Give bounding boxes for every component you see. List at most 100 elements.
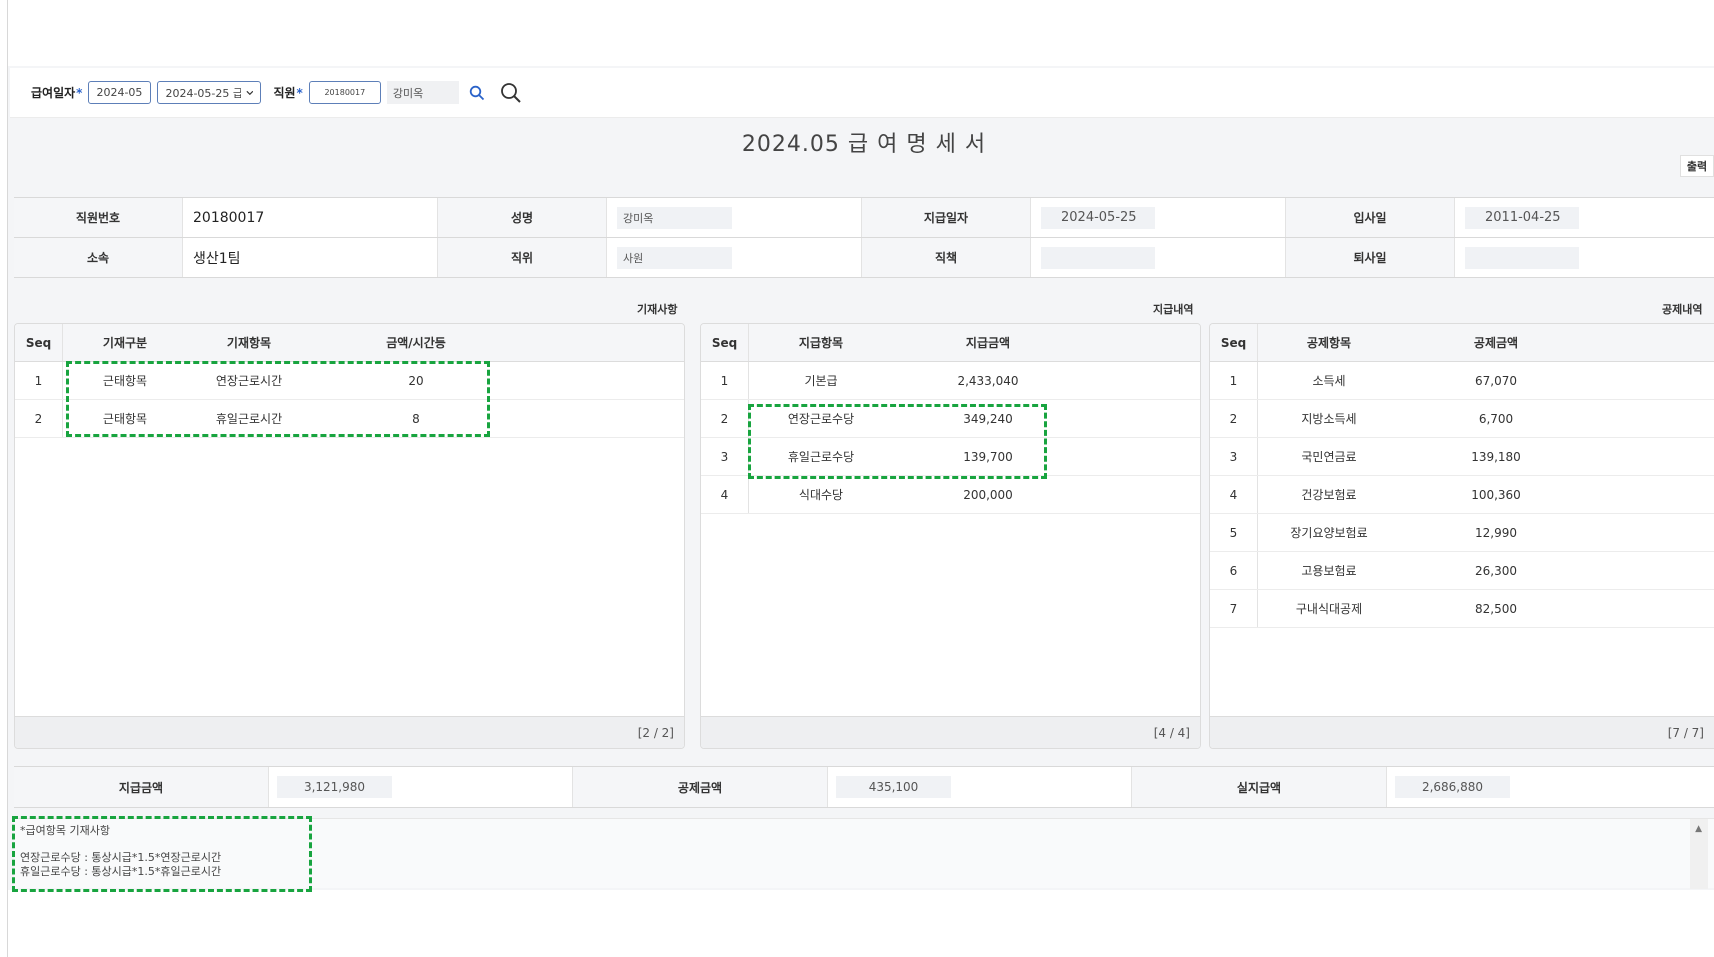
name-value: 강미옥	[617, 206, 732, 229]
col-seq: Seq	[1210, 324, 1258, 361]
cell-deduct-item: 소득세	[1312, 374, 1346, 388]
role-cell	[1031, 238, 1286, 277]
pay-date-header: 지급일자	[862, 198, 1031, 237]
table-row[interactable]: 7 구내식대공제 82,500	[1210, 590, 1714, 628]
emp-no-header: 직원번호	[14, 198, 183, 237]
cell-pay-item: 휴일근로수당	[787, 450, 855, 464]
search-toolbar: 급여일자* 2024-05 2024-05-25 급여 직원* 20180017…	[10, 68, 1714, 118]
cell-deduct-item: 장기요양보험료	[1290, 526, 1368, 540]
cell-pay-amount: 2,433,040	[957, 373, 1019, 388]
pay-date-value: 2024-05-25	[1041, 206, 1155, 229]
deductions-grid: Seq 공제항목 공제금액 1 소득세 67,070 2 지방소득세 6,700…	[1209, 323, 1714, 749]
cell-pay-item: 연장근로수당	[787, 412, 855, 426]
col-deduct-item: 공제항목	[1306, 336, 1352, 350]
table-row[interactable]: 2 근태항목 휴일근로시간 8	[15, 400, 684, 438]
employee-name-field: 강미옥	[386, 81, 459, 104]
table-row[interactable]: 4 식대수당 200,000	[701, 476, 1200, 514]
print-button[interactable]: 출력	[1680, 155, 1714, 177]
deductions-section-label: 공제내역	[1662, 303, 1703, 316]
cell-seq: 3	[701, 438, 749, 475]
pay-date-label: 급여일자*	[31, 86, 83, 100]
col-pay-item: 지급항목	[798, 336, 844, 350]
col-amount: 금액/시간등	[386, 336, 446, 350]
role-value	[1041, 246, 1155, 269]
memo-line: 연장근로수당 : 통상시급*1.5*연장근로시간	[20, 851, 222, 864]
entries-section-label: 기재사항	[637, 303, 678, 316]
total-pay-value: 3,121,980	[277, 776, 392, 798]
col-entry-item: 기재항목	[226, 336, 272, 350]
cell-amount: 8	[412, 411, 420, 426]
cell-deduct-amount: 26,300	[1475, 563, 1517, 578]
table-row[interactable]: 5 장기요양보험료 12,990	[1210, 514, 1714, 552]
info-row: 소속 생산1팀 직위 사원 직책 퇴사일	[14, 238, 1714, 278]
leave-date-cell	[1455, 238, 1710, 277]
totals-bar: 지급금액 3,121,980 공제금액 435,100 실지급액 2,686,8…	[14, 766, 1714, 808]
total-deduct-value: 435,100	[836, 776, 951, 798]
employee-id-input[interactable]: 20180017	[308, 81, 381, 104]
page-title: 2024.05 급 여 명 세 서	[741, 132, 987, 157]
search-icon[interactable]	[499, 81, 523, 105]
pay-month-input[interactable]: 2024-05	[88, 81, 152, 104]
cell-deduct-amount: 6,700	[1478, 411, 1514, 426]
table-row[interactable]: 1 소득세 67,070	[1210, 362, 1714, 400]
cell-pay-item: 기본급	[804, 374, 838, 388]
table-row[interactable]: 2 연장근로수당 349,240	[701, 400, 1200, 438]
cell-seq: 2	[15, 400, 63, 437]
employee-label: 직원*	[273, 86, 303, 100]
cell-entry-item: 휴일근로시간	[215, 412, 283, 426]
table-row[interactable]: 6 고용보험료 26,300	[1210, 552, 1714, 590]
memo-line: *급여항목 기재사항	[20, 824, 110, 837]
scroll-up-arrow-icon[interactable]: ▲	[1695, 823, 1702, 837]
emp-no-value: 20180017	[183, 198, 438, 237]
col-pay-amount: 지급금액	[965, 336, 1011, 350]
table-row[interactable]: 3 휴일근로수당 139,700	[701, 438, 1200, 476]
table-row[interactable]: 1 기본급 2,433,040	[701, 362, 1200, 400]
col-entry-type: 기재구분	[102, 336, 148, 350]
payments-grid-header: Seq 지급항목 지급금액	[701, 324, 1200, 362]
deductions-grid-footer: [7 / 7]	[1210, 716, 1714, 748]
cell-amount: 20	[408, 373, 424, 388]
net-pay-value: 2,686,880	[1395, 776, 1510, 798]
total-pay-cell: 3,121,980	[269, 767, 573, 807]
cell-seq: 7	[1210, 590, 1258, 627]
col-seq: Seq	[701, 324, 749, 361]
hire-date-value: 2011-04-25	[1465, 206, 1579, 229]
total-pay-header: 지급금액	[14, 767, 269, 807]
name-cell: 강미옥	[607, 198, 862, 237]
cell-deduct-item: 구내식대공제	[1295, 602, 1363, 616]
role-header: 직책	[862, 238, 1031, 277]
employee-info-table: 직원번호 20180017 성명 강미옥 지급일자 2024-05-25 입사일…	[14, 197, 1714, 278]
memo-line: 휴일근로수당 : 통상시급*1.5*휴일근로시간	[20, 864, 222, 878]
cell-deduct-amount: 82,500	[1475, 601, 1517, 616]
pay-date-cell: 2024-05-25	[1031, 198, 1286, 237]
cell-seq: 1	[701, 362, 749, 399]
payments-grid-footer: [4 / 4]	[701, 716, 1200, 748]
cell-seq: 2	[701, 400, 749, 437]
table-row[interactable]: 4 건강보험료 100,360	[1210, 476, 1714, 514]
cell-deduct-item: 건강보험료	[1301, 488, 1357, 502]
table-row[interactable]: 3 국민연금료 139,180	[1210, 438, 1714, 476]
pay-run-select[interactable]: 2024-05-25 급여	[157, 81, 262, 104]
entries-grid-header: Seq 기재구분 기재항목 금액/시간등	[15, 324, 684, 362]
total-deduct-cell: 435,100	[828, 767, 1132, 807]
cell-seq: 3	[1210, 438, 1258, 475]
cell-seq: 4	[1210, 476, 1258, 513]
hire-date-header: 입사일	[1286, 198, 1455, 237]
deductions-grid-header: Seq 공제항목 공제금액	[1210, 324, 1714, 362]
hire-date-cell: 2011-04-25	[1455, 198, 1710, 237]
cell-seq: 1	[1210, 362, 1258, 399]
dept-value: 생산1팀	[183, 238, 438, 277]
col-seq: Seq	[15, 324, 63, 361]
memo-textarea[interactable]: *급여항목 기재사항 ​ 연장근로수당 : 통상시급*1.5*연장근로시간 휴일…	[14, 818, 1714, 889]
position-value: 사원	[617, 246, 732, 269]
employee-search-icon[interactable]	[465, 81, 489, 105]
cell-seq: 1	[15, 362, 63, 399]
table-row[interactable]: 1 근태항목 연장근로시간 20	[15, 362, 684, 400]
name-header: 성명	[438, 198, 607, 237]
payments-section-label: 지급내역	[1153, 303, 1194, 316]
cell-entry-item: 연장근로시간	[215, 374, 283, 388]
cell-seq: 2	[1210, 400, 1258, 437]
table-row[interactable]: 2 지방소득세 6,700	[1210, 400, 1714, 438]
cell-seq: 6	[1210, 552, 1258, 589]
position-cell: 사원	[607, 238, 862, 277]
